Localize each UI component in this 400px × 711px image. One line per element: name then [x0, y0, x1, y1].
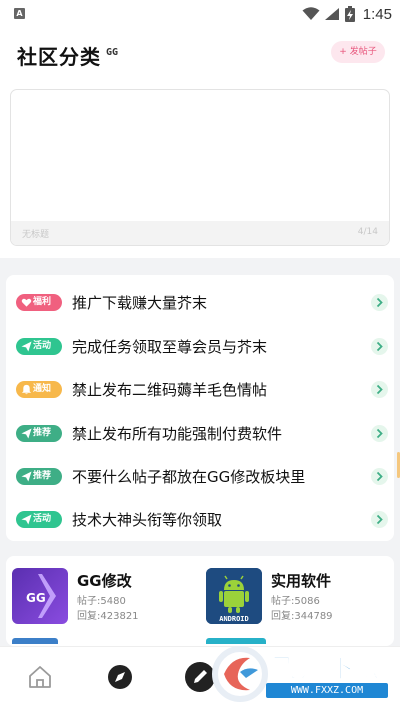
- battery-charging-icon: [344, 6, 355, 22]
- header: 社区分类 GG + 发帖子: [0, 28, 400, 80]
- notice-item[interactable]: 推荐 不要什么帖子都放在GG修改板块里: [6, 454, 394, 498]
- chevron-right-icon: [371, 468, 388, 485]
- forum-posts: 帖子:5480: [77, 596, 126, 607]
- signal-icon: [324, 8, 339, 20]
- paper-plane-icon: [21, 514, 32, 525]
- gg-app-icon: GG: [12, 568, 68, 624]
- chevron-right-icon: [371, 338, 388, 355]
- android-icon: ANDROID: [206, 568, 262, 624]
- svg-text:GG: GG: [26, 591, 46, 605]
- tag-label: 通知: [33, 384, 52, 394]
- tag-label: 推荐: [33, 428, 52, 438]
- banner-carousel[interactable]: 无标题 4/14: [10, 89, 390, 246]
- notice-text: 技术大神头衔等你领取: [72, 511, 223, 529]
- forum-item[interactable]: GG GG修改 帖子:5480 回复:423821: [12, 568, 202, 628]
- chevron-right-icon: [371, 511, 388, 528]
- notice-list: 福利 推广下载赚大量芥末 活动 完成任务领取至尊会员与芥末 通知 禁止发布二维码…: [6, 275, 394, 541]
- notice-text: 完成任务领取至尊会员与芥末: [72, 338, 268, 356]
- notice-item[interactable]: 推荐 禁止发布所有功能强制付费软件: [6, 411, 394, 455]
- watermark-logo: 飞翔下载 WWW.FXXZ.COM: [208, 643, 394, 705]
- notice-item[interactable]: 通知 禁止发布二维码薅羊毛色情帖: [6, 367, 394, 411]
- status-icons: 1:45: [302, 4, 392, 24]
- forum-item[interactable]: ANDROID 实用软件 帖子:5086 回复:344789: [206, 568, 394, 628]
- banner-counter: 4/14: [357, 227, 378, 237]
- page-title: 社区分类: [17, 45, 101, 69]
- heart-icon: [21, 298, 32, 307]
- chevron-right-icon: [371, 425, 388, 442]
- notice-text: 推广下载赚大量芥末: [72, 294, 208, 312]
- status-bar: A 1:45: [0, 0, 400, 28]
- watermark-url: WWW.FXXZ.COM: [266, 683, 388, 698]
- forum-name: 实用软件: [271, 572, 332, 590]
- tag-label: 福利: [33, 297, 52, 307]
- home-icon[interactable]: [26, 663, 54, 691]
- tag-label: 活动: [33, 514, 52, 524]
- forum-name: GG修改: [77, 572, 132, 590]
- forum-posts: 帖子:5086: [271, 596, 320, 607]
- bell-icon: [21, 384, 32, 395]
- banner-title: 无标题: [22, 230, 50, 240]
- forum-replies: 回复:423821: [77, 611, 139, 622]
- tag-badge: 活动: [16, 511, 62, 528]
- compass-icon[interactable]: [106, 663, 134, 691]
- tag-label: 推荐: [33, 471, 52, 481]
- forum-thumb-partial: [12, 638, 58, 644]
- post-button[interactable]: + 发帖子: [331, 41, 385, 63]
- notice-item[interactable]: 活动 完成任务领取至尊会员与芥末: [6, 324, 394, 368]
- notice-item[interactable]: 活动 技术大神头衔等你领取: [6, 497, 394, 541]
- watermark-emblem: [212, 646, 268, 702]
- chevron-right-icon: [371, 381, 388, 398]
- banner-caption: 无标题 4/14: [11, 221, 389, 245]
- tag-label: 活动: [33, 341, 52, 351]
- watermark-text: 飞翔下载: [271, 654, 385, 685]
- paper-plane-icon: [21, 341, 32, 352]
- tag-badge: 推荐: [16, 425, 62, 442]
- wifi-icon: [302, 7, 320, 20]
- notification-icon: A: [14, 8, 25, 19]
- svg-text:ANDROID: ANDROID: [219, 615, 249, 623]
- tag-badge: 福利: [16, 294, 62, 311]
- clock: 1:45: [362, 5, 392, 23]
- gg-badge: GG: [106, 47, 119, 58]
- paper-plane-icon: [21, 471, 32, 482]
- tag-badge: 活动: [16, 338, 62, 355]
- chevron-right-icon: [371, 294, 388, 311]
- paper-plane-icon: [21, 428, 32, 439]
- forum-replies: 回复:344789: [271, 611, 333, 622]
- tag-badge: 推荐: [16, 468, 62, 485]
- forum-grid: GG GG修改 帖子:5480 回复:423821 ANDROID 实用软件 帖…: [6, 556, 394, 646]
- notice-item[interactable]: 福利 推广下载赚大量芥末: [6, 280, 394, 324]
- notice-text: 不要什么帖子都放在GG修改板块里: [72, 468, 306, 486]
- tag-badge: 通知: [16, 381, 62, 398]
- notice-text: 禁止发布所有功能强制付费软件: [72, 425, 283, 443]
- notice-text: 禁止发布二维码薅羊毛色情帖: [72, 381, 268, 399]
